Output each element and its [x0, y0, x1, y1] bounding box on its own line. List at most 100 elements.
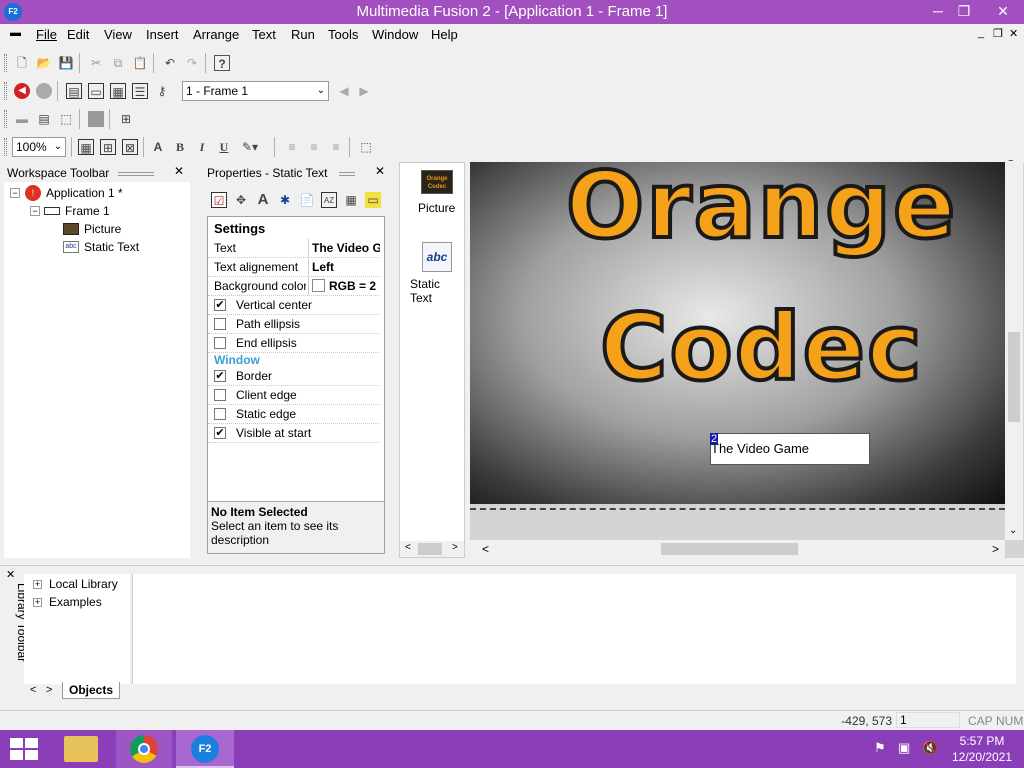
show-grid-icon[interactable]: ⊞	[100, 139, 116, 155]
scroll-thumb[interactable]	[1008, 332, 1020, 422]
mmf2-taskbar-button[interactable]: F2	[176, 730, 234, 768]
values-tab-icon[interactable]: 📄	[299, 192, 315, 208]
prop-row-alignment[interactable]: Text alignement Left	[208, 258, 380, 277]
help-icon[interactable]: ?	[214, 55, 230, 71]
network-icon[interactable]: ▣	[898, 740, 910, 756]
frame-editor-icon[interactable]: ▭	[88, 83, 104, 99]
scroll-up-icon[interactable]: ‾	[1009, 160, 1013, 172]
settings-tab-icon[interactable]: ☑	[211, 192, 227, 208]
scroll-left-icon[interactable]: <	[482, 542, 489, 556]
prop-row-visible-at-start[interactable]: ✔ Visible at start	[208, 424, 380, 443]
checkbox[interactable]	[214, 389, 226, 401]
previous-frame-icon[interactable]: ◀	[336, 83, 352, 99]
frame-select[interactable]: 1 - Frame 1 ⌄	[182, 81, 329, 101]
menu-edit[interactable]: Edit	[67, 27, 89, 42]
objects-hscroll[interactable]: < >	[400, 541, 464, 557]
checkbox[interactable]	[214, 318, 226, 330]
prop-row-background-color[interactable]: Background color RGB = 2	[208, 277, 380, 296]
file-explorer-icon[interactable]	[64, 736, 98, 762]
stop-icon[interactable]: ◀	[14, 83, 30, 99]
menu-arrange[interactable]: Arrange	[193, 27, 239, 42]
clock-time[interactable]: 5:57 PM	[957, 734, 1007, 748]
menu-help[interactable]: Help	[431, 27, 458, 42]
checkbox[interactable]	[214, 337, 226, 349]
prop-value[interactable]: The Video G	[308, 239, 380, 257]
picture-object-label[interactable]: Picture	[418, 201, 455, 215]
tree-item-picture[interactable]: Picture	[84, 222, 121, 236]
tooltip-icon[interactable]: ⬚	[58, 111, 74, 127]
text-color-icon[interactable]: ✎▾	[238, 139, 262, 155]
checkbox[interactable]	[214, 408, 226, 420]
color-swatch[interactable]	[312, 279, 325, 292]
tree-expand-icon[interactable]: +	[33, 580, 42, 589]
scroll-thumb[interactable]	[661, 543, 798, 555]
tree-item-application[interactable]: Application 1 *	[46, 186, 123, 200]
scroll-thumb[interactable]	[418, 543, 442, 555]
tree-collapse-icon[interactable]: −	[30, 206, 40, 216]
system-menu-icon[interactable]: ▬	[10, 27, 21, 39]
scroll-right-icon[interactable]: >	[992, 542, 999, 556]
picture-title-line1[interactable]: Orange	[564, 162, 957, 256]
close-button[interactable]: ✕	[982, 0, 1024, 22]
italic-icon[interactable]: I	[194, 139, 210, 155]
menu-view[interactable]: View	[104, 27, 132, 42]
frame-vscroll[interactable]: ‾ ⌄	[1005, 160, 1023, 540]
align-right-icon[interactable]: ≡	[328, 139, 344, 155]
about-tab-icon[interactable]: ▦	[343, 192, 359, 208]
menu-text[interactable]: Text	[252, 27, 276, 42]
frame-canvas[interactable]: Orange Codec The Video Game 2	[470, 162, 1005, 504]
picture-thumbnail[interactable]: Orange Codec	[421, 170, 453, 194]
tab-scroll-right-icon[interactable]: >	[46, 684, 52, 696]
frame-hscroll[interactable]: < >	[470, 540, 1005, 558]
static-text-thumbnail[interactable]: abc	[422, 242, 452, 272]
comment-tab-icon[interactable]: ▭	[365, 192, 381, 208]
cut-icon[interactable]: ✂	[88, 55, 104, 71]
restore-button[interactable]: ❐	[948, 0, 980, 22]
copy-icon[interactable]: ⧉	[110, 55, 126, 71]
static-text-object[interactable]: The Video Game 2	[710, 433, 870, 465]
tree-collapse-icon[interactable]: −	[10, 188, 20, 198]
save-icon[interactable]: 💾	[58, 55, 74, 71]
menu-run[interactable]: Run	[291, 27, 315, 42]
new-icon[interactable]: 🗋	[14, 55, 30, 71]
prop-row-path-ellipsis[interactable]: Path ellipsis	[208, 315, 380, 334]
align-icon[interactable]: ▤	[36, 111, 52, 127]
record-icon[interactable]	[36, 83, 52, 99]
prop-value[interactable]: Left	[308, 258, 380, 276]
menu-file[interactable]: File	[36, 27, 57, 42]
open-icon[interactable]: 📂	[36, 55, 52, 71]
paste-icon[interactable]: 📋	[132, 55, 148, 71]
prop-row-vertical-center[interactable]: ✔ Vertical center	[208, 296, 380, 315]
underline-icon[interactable]: U	[216, 139, 232, 155]
prop-row-border[interactable]: ✔ Border	[208, 367, 380, 386]
align-left-icon[interactable]: ≡	[284, 139, 300, 155]
text-options-tab-icon[interactable]: A	[255, 192, 271, 208]
events-tab-icon[interactable]: AZ	[321, 192, 337, 208]
mdi-restore-icon[interactable]: ❐	[993, 27, 1003, 40]
static-text-object-label[interactable]: Static Text	[410, 277, 464, 305]
event-editor-icon[interactable]: ▦	[110, 83, 126, 99]
menu-insert[interactable]: Insert	[146, 27, 179, 42]
size-position-tab-icon[interactable]: ✥	[233, 192, 249, 208]
menu-window[interactable]: Window	[372, 27, 418, 42]
event-list-editor-icon[interactable]: ☰	[132, 83, 148, 99]
close-icon[interactable]: ✕	[6, 568, 15, 581]
scroll-right-icon[interactable]: >	[452, 542, 458, 553]
snap-grid-icon[interactable]: ⊠	[122, 139, 138, 155]
bold-icon[interactable]: B	[172, 139, 188, 155]
start-button[interactable]	[10, 738, 38, 760]
library-item-local[interactable]: Local Library	[49, 577, 118, 591]
checkbox[interactable]: ✔	[214, 299, 226, 311]
scroll-left-icon[interactable]: <	[405, 542, 411, 553]
font-icon[interactable]: A	[150, 139, 166, 155]
scroll-down-icon[interactable]: ⌄	[1009, 525, 1017, 536]
prop-row-client-edge[interactable]: Client edge	[208, 386, 380, 405]
storyboard-editor-icon[interactable]: ▤	[66, 83, 82, 99]
clock-date[interactable]: 12/20/2021	[948, 750, 1016, 764]
tree-item-frame[interactable]: Frame 1	[65, 204, 110, 218]
data-elements-icon[interactable]: ⚷	[154, 83, 170, 99]
undo-icon[interactable]: ↶	[162, 55, 178, 71]
close-icon[interactable]: ✕	[375, 164, 385, 178]
menu-tools[interactable]: Tools	[328, 27, 358, 42]
mdi-close-icon[interactable]: ✕	[1009, 27, 1018, 40]
